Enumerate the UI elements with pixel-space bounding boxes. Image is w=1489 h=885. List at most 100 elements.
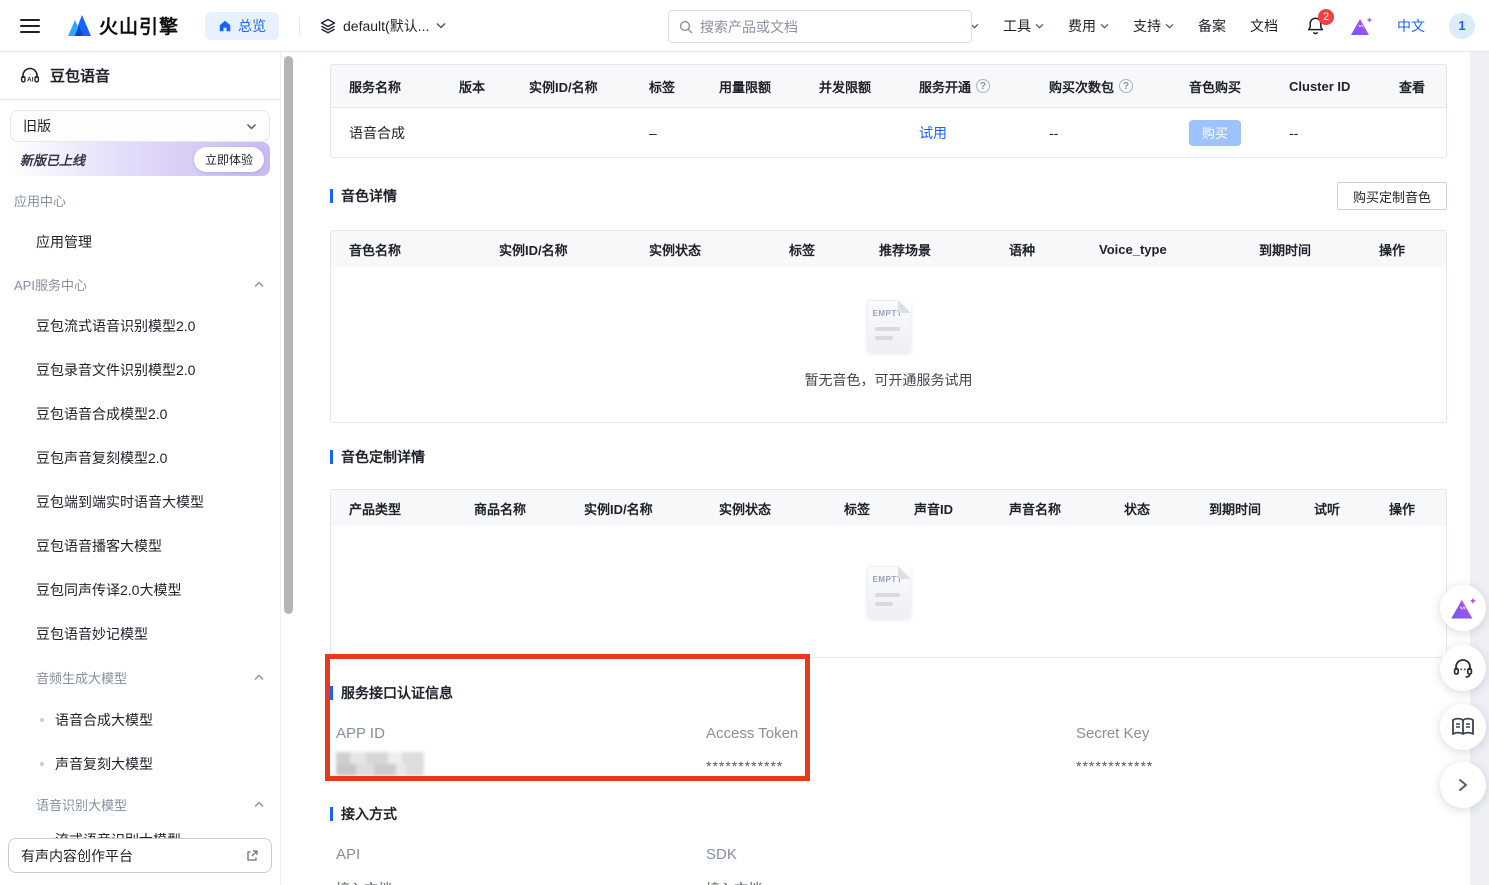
sidebar-item-simul-translate[interactable]: 豆包同声传译2.0大模型	[0, 568, 280, 612]
col-voice-buy: 音色购买	[1171, 65, 1271, 107]
cell-concurrency-quota	[801, 108, 901, 157]
buy-custom-voice-button[interactable]: 购买定制音色	[1337, 182, 1447, 210]
col-audition: 试听	[1296, 490, 1371, 526]
cell-purchase-package: --	[1031, 108, 1171, 157]
auth-title-label: 服务接口认证信息	[341, 683, 453, 703]
sidebar-scrollbar-thumb[interactable]	[284, 56, 293, 614]
menu-docs[interactable]: 文档	[1250, 16, 1278, 36]
access-token-label: Access Token	[706, 725, 1076, 742]
app-id-field: APP ID	[336, 725, 706, 776]
headset-icon	[1451, 656, 1475, 680]
buy-button[interactable]: 购买	[1189, 120, 1241, 146]
menu-icp-label: 备案	[1198, 16, 1226, 36]
user-avatar[interactable]: 1	[1449, 13, 1475, 39]
access-section-title: 接入方式	[330, 804, 1447, 824]
global-search[interactable]	[668, 10, 972, 43]
group-api-center[interactable]: API服务中心	[0, 264, 280, 304]
group-audio-gen[interactable]: 音频生成大模型	[0, 656, 280, 698]
api-doc-link[interactable]: 接入文档	[336, 879, 706, 885]
banner-text: 新版已上线	[20, 150, 85, 169]
sidebar-item-clone-large[interactable]: 声音复刻大模型	[0, 742, 280, 786]
new-version-banner: 新版已上线 立即体验	[10, 142, 270, 176]
bullet-dot	[40, 762, 44, 766]
help-icon[interactable]: ?	[1119, 79, 1133, 93]
col-instance-status: 实例状态	[631, 231, 771, 267]
col-expire-time: 到期时间	[1241, 231, 1361, 267]
cell-cluster-id: --	[1271, 108, 1381, 157]
language-switcher[interactable]: 中文	[1397, 16, 1425, 36]
col-usage-quota: 用量限额	[701, 65, 801, 107]
col-tag: 标签	[771, 231, 861, 267]
sidebar-item-miaoji[interactable]: 豆包语音妙记模型	[0, 612, 280, 656]
voice-detail-empty: EMPTY 暂无音色，可开通服务试用	[331, 267, 1446, 422]
notifications-button[interactable]: 2	[1306, 16, 1325, 36]
group-app-center-label: 应用中心	[14, 191, 66, 210]
help-icon[interactable]: ?	[976, 79, 990, 93]
menu-support-label: 支持	[1133, 16, 1161, 36]
docs-float-button[interactable]	[1440, 704, 1486, 750]
layers-icon	[320, 18, 336, 34]
sidebar-item-asr-stream-2[interactable]: 豆包流式语音识别模型2.0	[0, 304, 280, 348]
book-icon	[1450, 716, 1476, 738]
voice-detail-title: 音色详情	[330, 186, 397, 206]
api-label: API	[336, 846, 706, 863]
search-input[interactable]	[700, 19, 940, 35]
section-bar	[330, 189, 333, 203]
ai-assistant-float-button[interactable]	[1440, 585, 1486, 631]
cell-version	[441, 108, 511, 157]
access-fields: API 接入文档 SDK 接入文档	[330, 846, 1447, 885]
overview-button[interactable]: 总览	[205, 12, 279, 40]
auth-fields: APP ID Access Token ************ Secret …	[330, 725, 1447, 776]
ai-mountain-icon	[1449, 595, 1477, 621]
trial-link[interactable]: 试用	[919, 123, 947, 143]
col-instance-id: 实例ID/名称	[566, 490, 701, 526]
voice-detail-header: 音色名称 实例ID/名称 实例状态 标签 推荐场景 语种 Voice_type …	[331, 231, 1446, 267]
project-selector[interactable]: default(默认...	[320, 16, 446, 36]
sidebar-item-app-manage[interactable]: 应用管理	[0, 220, 280, 264]
search-icon	[679, 20, 693, 34]
try-now-button[interactable]: 立即体验	[194, 147, 264, 172]
sdk-doc-link[interactable]: 接入文档	[706, 879, 1076, 885]
service-table-row: 语音合成 – 试用 -- 购买 --	[331, 107, 1446, 157]
sidebar-item-voice-clone-2[interactable]: 豆包声音复刻模型2.0	[0, 436, 280, 480]
hamburger-menu-icon[interactable]	[20, 19, 40, 33]
menu-tools[interactable]: 工具	[1003, 16, 1044, 36]
col-actions: 操作	[1371, 490, 1446, 526]
collapse-float-button[interactable]	[1440, 762, 1486, 808]
menu-support[interactable]: 支持	[1133, 16, 1174, 36]
access-title-label: 接入方式	[341, 804, 397, 824]
volcengine-logo[interactable]: 火山引擎	[66, 12, 179, 39]
col-service-name: 服务名称	[331, 65, 441, 107]
empty-doc-icon: EMPTY	[867, 300, 911, 352]
col-expire-time: 到期时间	[1191, 490, 1296, 526]
sidebar-item-tts-large[interactable]: 语音合成大模型	[0, 698, 280, 742]
col-instance-status: 实例状态	[701, 490, 826, 526]
sidebar-item-tts-2[interactable]: 豆包语音合成模型2.0	[0, 392, 280, 436]
svg-text:AI: AI	[27, 77, 34, 84]
sidebar-item-file-asr-2[interactable]: 豆包录音文件识别模型2.0	[0, 348, 280, 392]
sidebar-item-podcast[interactable]: 豆包语音播客大模型	[0, 524, 280, 568]
main-content: 服务名称 版本 实例ID/名称 标签 用量限额 并发限额 服务开通 ? 购买次数…	[295, 52, 1470, 885]
menu-billing-label: 费用	[1068, 16, 1096, 36]
secret-key-field: Secret Key ************	[1076, 725, 1446, 776]
secret-key-label: Secret Key	[1076, 725, 1446, 742]
col-tag: 标签	[826, 490, 896, 526]
home-icon	[218, 19, 232, 33]
menu-billing[interactable]: 费用	[1068, 16, 1109, 36]
sidebar-header: AI 豆包语音	[0, 52, 280, 100]
audio-creation-platform-link[interactable]: 有声内容创作平台	[8, 838, 272, 873]
support-float-button[interactable]	[1440, 645, 1486, 691]
version-select[interactable]: 旧版	[10, 110, 270, 142]
col-voice-name: 音色名称	[331, 231, 481, 267]
menu-icp[interactable]: 备案	[1198, 16, 1226, 36]
doc-fold-corner	[898, 566, 911, 579]
cell-voice-buy: 购买	[1171, 108, 1271, 157]
ai-assistant-icon[interactable]	[1349, 15, 1373, 37]
page-scrollbar-track[interactable]	[1470, 52, 1489, 885]
app-id-value-redacted	[336, 752, 424, 776]
group-asr-large[interactable]: 语音识别大模型	[0, 786, 280, 822]
auth-section-title: 服务接口认证信息	[330, 683, 1447, 703]
col-purchase-package: 购买次数包 ?	[1031, 65, 1171, 107]
voice-custom-empty: EMPTY	[331, 526, 1446, 657]
sidebar-item-e2e-realtime[interactable]: 豆包端到端实时语音大模型	[0, 480, 280, 524]
